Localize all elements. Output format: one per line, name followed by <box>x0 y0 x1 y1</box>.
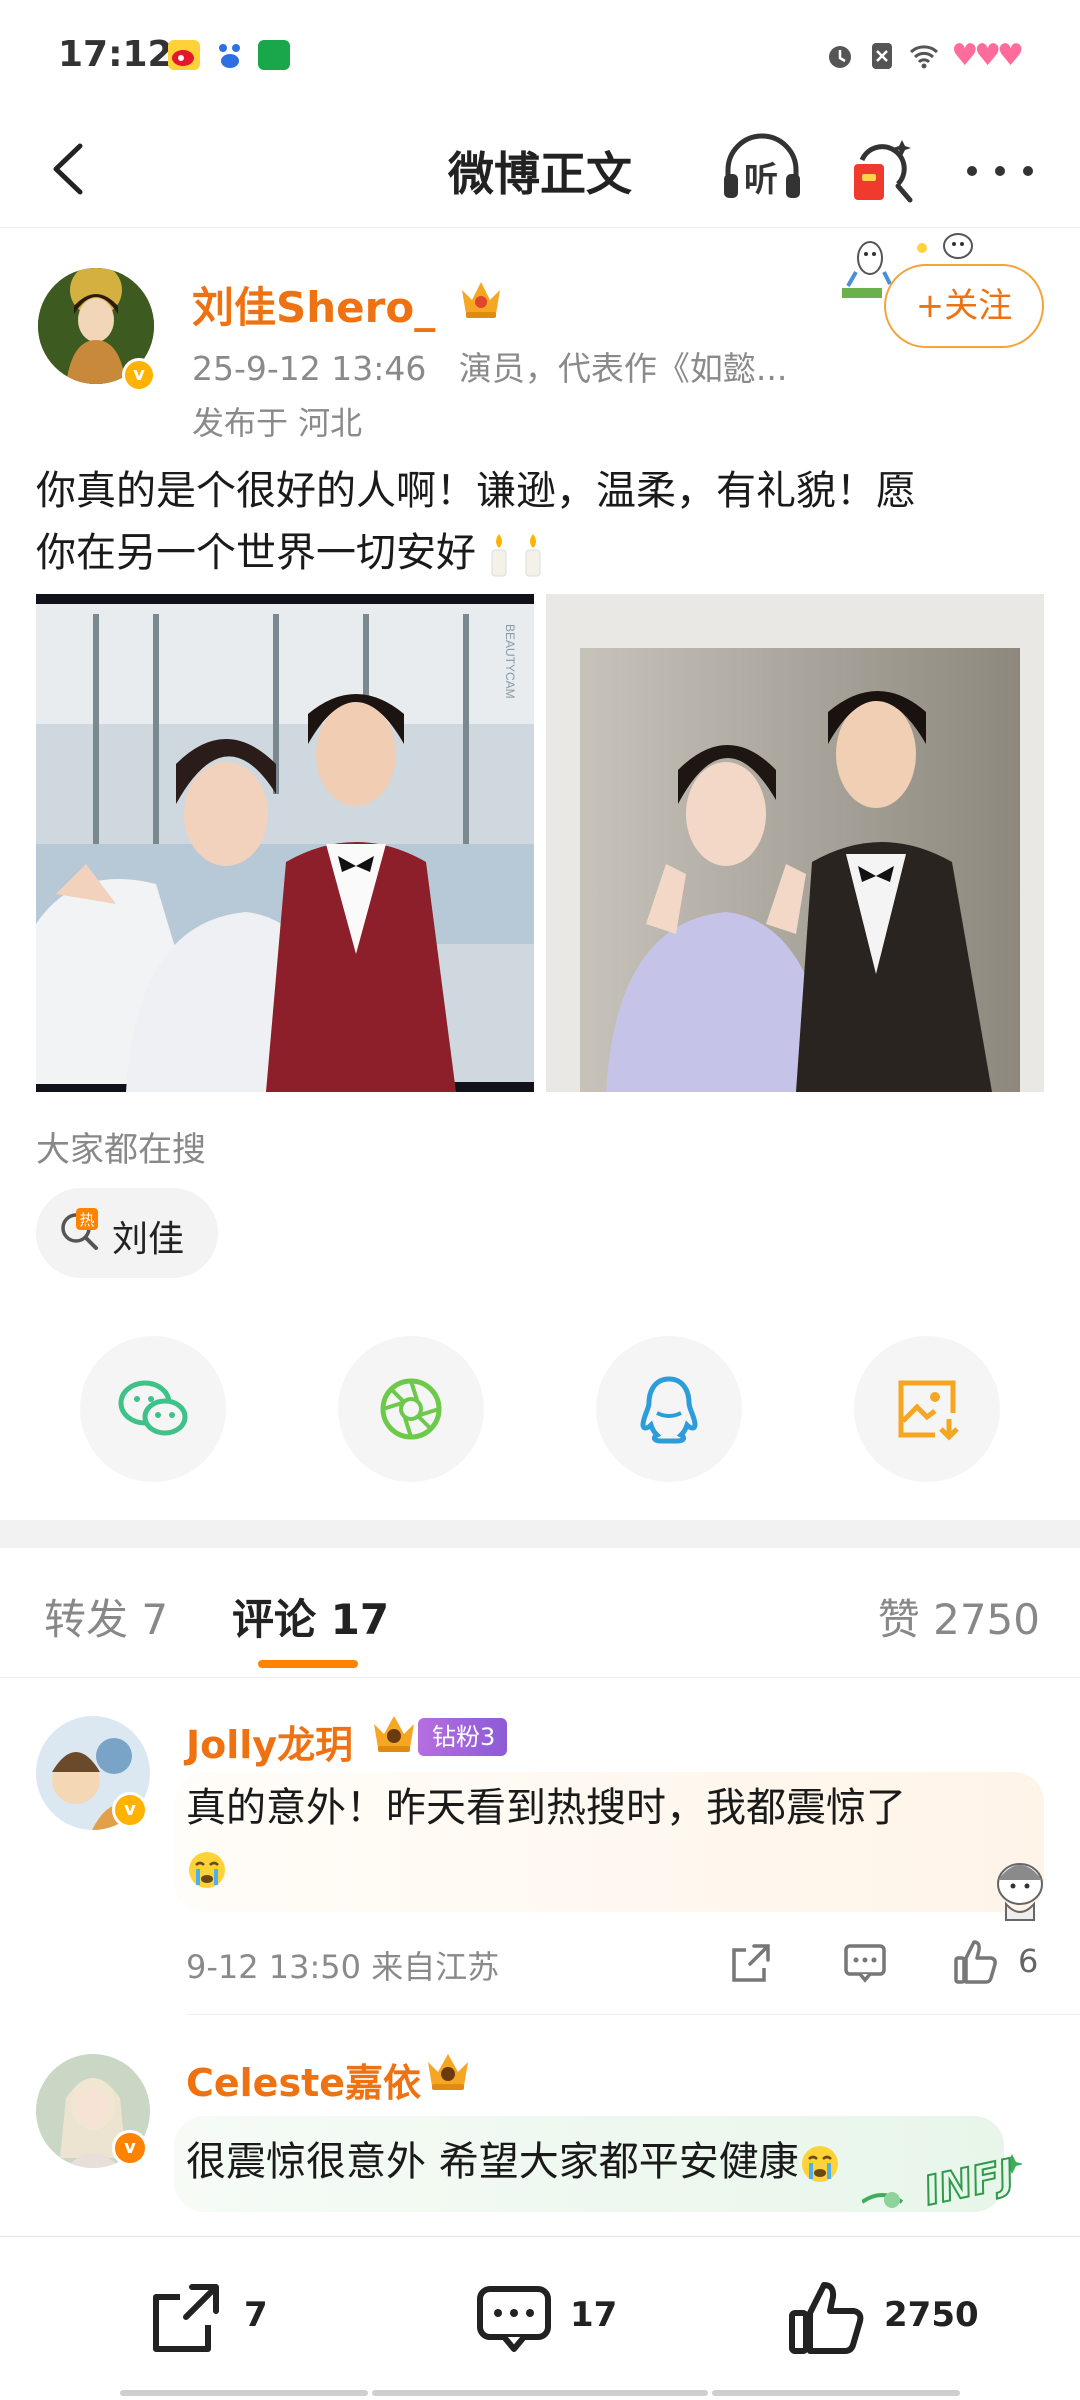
status-time: 17:12 <box>58 34 173 75</box>
listen-label: 听 <box>744 160 778 200</box>
comment-item: v Jolly龙玥 钻粉3 真的意外！昨天看到热搜时，我都震惊了 9-12 13… <box>0 1678 1080 2014</box>
post-text-line2: 你在另一个世界一切安好 <box>36 530 476 576</box>
moments-icon <box>380 1378 442 1440</box>
no-sim-icon <box>872 42 893 69</box>
share-wechat-button[interactable] <box>80 1336 226 1482</box>
post-text-line2-wrap: 你在另一个世界一切安好 <box>36 522 1046 584</box>
interaction-tabs: 转发 7 评论 17 赞 2750 <box>0 1548 1080 1678</box>
post-location: 发布于 河北 <box>192 404 363 442</box>
comment-time-location: 9-12 13:50 来自江苏 <box>186 1948 500 1986</box>
like-icon[interactable] <box>786 2279 866 2359</box>
author-name[interactable]: 刘佳Shero_ <box>192 274 435 335</box>
photo1-watermark: BEAUTYCAM <box>503 624 517 699</box>
crying-emoji-icon <box>189 1852 225 1888</box>
qq-icon <box>640 1376 698 1444</box>
repost-comment-icon[interactable] <box>728 1940 774 1986</box>
nav-bar: 微博正文 听 <box>0 112 1080 228</box>
like-comment-icon[interactable] <box>952 1938 998 1984</box>
home-indicator-segment <box>372 2390 708 2396</box>
red-packet-search-icon[interactable] <box>848 130 918 210</box>
trending-search-chip[interactable]: 热 刘佳 <box>36 1188 218 1278</box>
crown-icon <box>374 1716 414 1752</box>
comment-count[interactable]: 17 <box>570 2295 617 2335</box>
comment-text: 很震惊很意外 希望大家都平安健康 <box>186 2139 799 2185</box>
active-tab-indicator <box>258 1660 358 1668</box>
section-divider <box>0 1520 1080 1548</box>
listen-button[interactable]: 听 <box>718 130 806 210</box>
comment-icon[interactable] <box>474 2279 554 2359</box>
comment-text-line1: 真的意外！昨天看到热搜时，我都震惊了 <box>186 1785 906 1831</box>
commenter-name[interactable]: Jolly龙玥 <box>186 1714 353 1769</box>
weibo-notification-icon <box>168 40 200 70</box>
bottom-action-bar: 7 17 2750 <box>0 2236 1080 2400</box>
fan-level-badge: 钻粉3 <box>418 1718 508 1756</box>
save-image-icon <box>898 1380 959 1441</box>
home-indicator[interactable] <box>120 2390 368 2396</box>
infj-sticker: INFJ <box>862 2148 1022 2218</box>
commenter-name[interactable]: Celeste嘉依 <box>186 2052 421 2107</box>
post-text-line1: 你真的是个很好的人啊！谦逊，温柔，有礼貌！愿 <box>36 468 916 514</box>
tab-like[interactable]: 赞 2750 <box>878 1586 1040 1647</box>
author-description: 演员，代表作《如懿... <box>458 349 788 388</box>
post-text: 你真的是个很好的人啊！谦逊，温柔，有礼貌！愿 你在另一个世界一切安好 <box>36 460 1046 584</box>
post-time: 25-9-12 13:46 <box>192 349 427 388</box>
post-meta: 25-9-12 13:46 演员，代表作《如懿... <box>192 342 787 390</box>
status-bar: 17:12 ♥♥♥ <box>0 0 1080 112</box>
like-count[interactable]: 2750 <box>884 2295 979 2335</box>
post-header: v 刘佳Shero_ 25-9-12 13:46 演员，代表作《如懿... 发布… <box>0 228 1080 448</box>
hot-search-icon: 热 <box>61 1208 98 1250</box>
verified-badge-icon: v <box>112 2130 148 2166</box>
wechat-icon <box>118 1380 188 1436</box>
hot-tag: 热 <box>79 1211 94 1229</box>
repost-icon[interactable] <box>146 2279 226 2359</box>
home-indicator-segment <box>712 2390 960 2396</box>
post-photo-1[interactable]: BEAUTYCAM <box>36 594 534 1092</box>
alarm-icon <box>829 45 852 68</box>
share-moments-button[interactable] <box>338 1336 484 1482</box>
share-qq-button[interactable] <box>596 1336 742 1482</box>
app-notification-icon <box>258 40 290 70</box>
status-icons: ♥♥♥ <box>825 38 1024 73</box>
comment-sticker-decoration <box>997 1863 1043 1921</box>
candle-emoji-icon <box>491 534 507 577</box>
tab-comment[interactable]: 评论 17 <box>232 1586 389 1647</box>
crying-emoji-icon <box>801 2146 838 2182</box>
save-image-button[interactable] <box>854 1336 1000 1482</box>
comment-text: 真的意外！昨天看到热搜时，我都震惊了 <box>186 1778 1026 1898</box>
follow-button[interactable]: +关注 <box>884 264 1044 348</box>
verified-badge-icon: v <box>112 1792 148 1828</box>
reply-comment-icon[interactable] <box>842 1940 888 1986</box>
crown-icon <box>428 2054 468 2090</box>
search-chip-label: 刘佳 <box>112 1219 185 1260</box>
battery-hearts-icon: ♥♥♥ <box>951 38 1024 73</box>
tab-repost[interactable]: 转发 7 <box>44 1586 168 1647</box>
trending-search-label: 大家都在搜 <box>36 1130 206 1170</box>
repost-count[interactable]: 7 <box>244 2295 268 2335</box>
more-icon[interactable] <box>960 136 1040 206</box>
comment-item: v Celeste嘉依 很震惊很意外 希望大家都平安健康 INFJ <box>0 2014 1080 2236</box>
post-photo-2[interactable] <box>546 594 1044 1092</box>
wifi-icon <box>910 44 939 68</box>
comment-like-count: 6 <box>1018 1942 1039 1980</box>
verified-badge-icon: v <box>122 358 156 392</box>
baidu-notification-icon <box>214 40 246 70</box>
candle-emoji-icon <box>525 534 541 577</box>
crown-icon <box>462 282 500 318</box>
page-title: 微博正文 <box>448 147 632 201</box>
